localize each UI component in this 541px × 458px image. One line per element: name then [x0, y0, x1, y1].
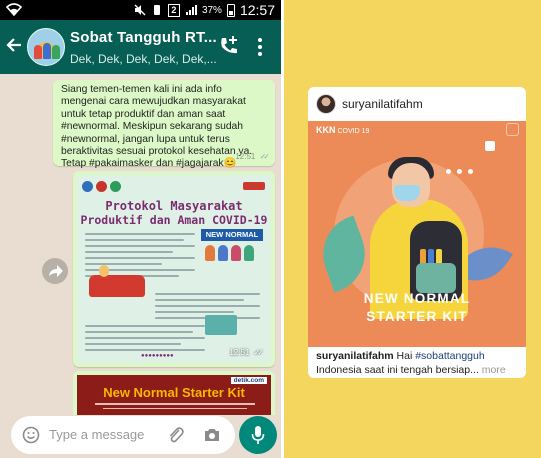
message-bubble-link[interactable]: detik.com New Normal Starter Kit: [73, 371, 275, 415]
sim-badge: 2: [167, 3, 180, 17]
whatsapp-chat-screen: 2 37% 12:57 Sobat Tangguh RT... Dek, Dek…: [0, 0, 281, 458]
message-bubble-image[interactable]: Protokol Masyarakat Produktif dan Aman C…: [73, 171, 275, 367]
image-meta: 12:51 ✓✓: [229, 348, 265, 357]
status-icons: 2 37% 12:57: [134, 2, 275, 18]
poster-badge: NEW NORMAL: [201, 229, 263, 241]
post-illustration-mask: [394, 185, 420, 201]
chat-members[interactable]: Dek, Dek, Dek, Dek, Dek,...: [70, 52, 217, 66]
poster-illustration-sofa: [89, 265, 145, 297]
message-bubble-text[interactable]: Siang temen-temen kali ini ada info meng…: [53, 80, 275, 170]
double-check-icon: ✓✓: [259, 151, 271, 161]
forward-icon: [49, 265, 63, 277]
poster-title-line1: Protokol Masyarakat: [105, 199, 243, 213]
message-input-bar[interactable]: Type a message: [11, 416, 235, 454]
caption-hashtag[interactable]: #sobattangguh: [415, 350, 484, 362]
vibrate-icon: [153, 5, 160, 15]
poster-illustration-people: [205, 245, 254, 261]
attach-icon[interactable]: [167, 425, 185, 445]
forward-button[interactable]: [42, 258, 68, 284]
chat-header: Sobat Tangguh RT... Dek, Dek, Dek, Dek, …: [0, 20, 281, 74]
message-time: 12:51: [235, 151, 256, 161]
kkn-logo: [243, 182, 265, 190]
poster-title-line2: Produktif dan Aman COVID-19: [80, 213, 268, 227]
instagram-story-screen: suryanilatifahm KKN COVID 19 NEW NORMAL S…: [284, 0, 541, 458]
wifi-icon: [6, 3, 22, 16]
battery-percent: 37%: [201, 4, 222, 16]
post-decoration-square: [485, 141, 495, 151]
post-headline-line1: NEW NORMAL: [363, 291, 471, 306]
poster-logos: [82, 181, 121, 192]
overflow-menu-icon[interactable]: [256, 36, 264, 58]
poster-text-block: [85, 325, 205, 355]
caption-username: suryanilatifahm: [316, 350, 394, 362]
battery-icon: [226, 3, 235, 17]
post-headline-line2: STARTER KIT: [366, 309, 468, 324]
status-bar: 2 37% 12:57: [0, 0, 281, 20]
message-meta: 12:51 ✓✓: [235, 151, 271, 163]
link-preview-image[interactable]: detik.com New Normal Starter Kit: [77, 375, 271, 415]
caption-more-link[interactable]: more: [482, 364, 506, 376]
link-preview-text: [95, 403, 255, 412]
caption-text: Indonesia saat ini tengah bersiap...: [316, 363, 479, 376]
screen: 2 37% 12:57 Sobat Tangguh RT... Dek, Dek…: [0, 0, 541, 458]
post-decoration-dots: [446, 161, 496, 174]
image-time: 12:51: [229, 348, 250, 357]
group-avatar[interactable]: [27, 28, 65, 66]
microphone-icon: [251, 426, 265, 444]
post-logo-text: KKN: [316, 125, 336, 135]
message-input[interactable]: Type a message: [49, 427, 144, 442]
emoji-icon[interactable]: [22, 426, 40, 444]
signal-icon: [185, 5, 197, 15]
link-preview-title: New Normal Starter Kit: [103, 385, 245, 400]
post-logo-suffix: COVID 19: [337, 128, 370, 135]
instagram-avatar[interactable]: [316, 94, 336, 114]
caption-greeting: Hai: [396, 350, 413, 362]
post-illustration-pocket: [416, 263, 456, 293]
voice-message-button[interactable]: [239, 416, 277, 454]
poster-illustration-laptop: [205, 315, 237, 335]
detik-brand: detik.com: [230, 377, 267, 384]
post-image[interactable]: KKN COVID 19 NEW NORMAL STARTER KIT: [308, 121, 526, 347]
chat-title[interactable]: Sobat Tangguh RT...: [70, 29, 217, 46]
shared-post-card[interactable]: suryanilatifahm KKN COVID 19 NEW NORMAL S…: [308, 87, 526, 378]
instagram-username[interactable]: suryanilatifahm: [342, 97, 423, 111]
back-arrow-icon[interactable]: [6, 36, 22, 54]
camera-icon[interactable]: [203, 426, 221, 444]
post-caption[interactable]: suryanilatifahm Hai #sobattangguh Indone…: [316, 350, 522, 377]
double-check-icon: ✓✓: [253, 348, 265, 357]
post-decoration-square: [506, 123, 519, 136]
poster-image[interactable]: Protokol Masyarakat Produktif dan Aman C…: [77, 175, 271, 363]
message-text: Siang temen-temen kali ini ada info meng…: [61, 84, 253, 170]
post-logo: KKN COVID 19: [316, 125, 369, 135]
poster-footer-line: ●●●●●●●●●: [141, 353, 174, 359]
add-call-icon[interactable]: [218, 35, 240, 57]
mute-icon: [134, 4, 146, 16]
clock: 12:57: [239, 2, 275, 18]
